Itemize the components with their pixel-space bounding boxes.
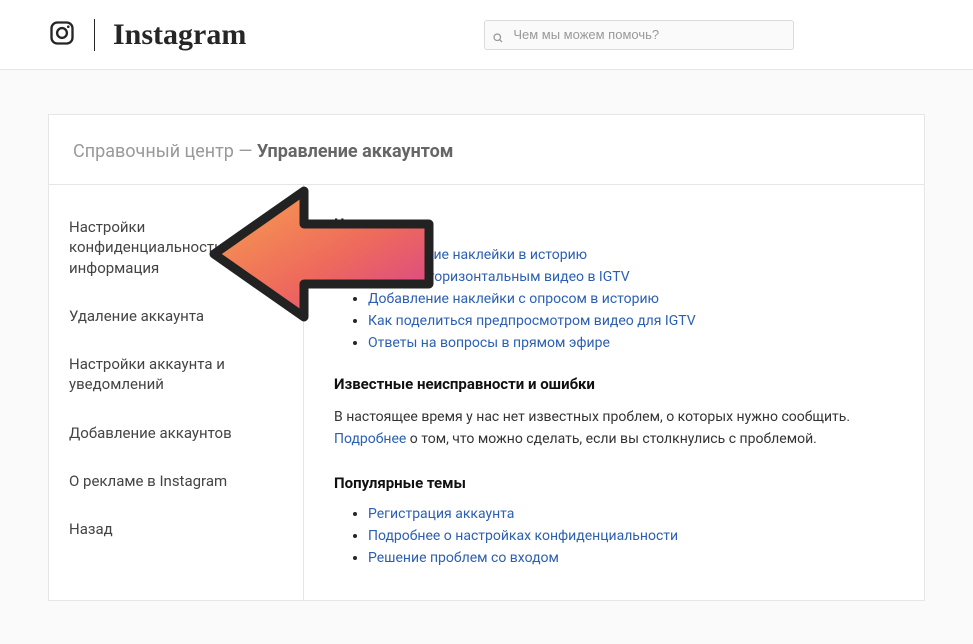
list-item: Решение проблем со входом (368, 550, 894, 566)
help-card: Справочный центр — Управление аккаунтом … (48, 114, 925, 601)
section-popular-topics: Популярные темы Регистрация аккаунта Под… (334, 474, 894, 566)
issues-more-link[interactable]: Подробнее (334, 431, 406, 447)
help-link[interactable]: Как поделиться предпросмотром видео для … (368, 313, 696, 329)
sidebar-item-ads[interactable]: О рекламе в Instagram (49, 457, 303, 505)
issues-text-pre: В настоящее время у нас нет известных пр… (334, 409, 850, 425)
sidebar-item-back[interactable]: Назад (49, 505, 303, 553)
breadcrumb-root[interactable]: Справочный центр (73, 141, 234, 162)
section-title: Известные неисправности и ошибки (334, 375, 894, 393)
help-link[interactable]: Регистрация аккаунта (368, 506, 514, 522)
sidebar-item-label: Добавление аккаунтов (69, 424, 232, 442)
breadcrumb-current: Управление аккаунтом (257, 141, 454, 162)
breadcrumb-sep: — (234, 141, 257, 162)
issues-paragraph: В настоящее время у нас нет известных пр… (334, 407, 894, 450)
sidebar-item-label: О рекламе в Instagram (69, 472, 227, 490)
section-title: Популярные темы (334, 474, 894, 492)
sidebar: Настройки конфиденциальности и информаци… (49, 185, 304, 600)
help-link[interactable]: Добавление наклейки с опросом в историю (368, 291, 659, 307)
help-link[interactable]: Подробнее о настройках конфиденциальност… (368, 528, 678, 544)
section-whats-new: Что нового Добавление наклейки в историю… (334, 215, 894, 351)
list-item: Как поделиться предпросмотром видео для … (368, 313, 894, 329)
search-input[interactable] (484, 20, 794, 50)
list-item: Регистрация аккаунта (368, 506, 894, 522)
sidebar-item-label: Удаление аккаунта (69, 307, 204, 325)
help-link[interactable]: Работа с горизонтальным видео в IGTV (368, 269, 630, 285)
content-area: Что нового Добавление наклейки в историю… (304, 185, 924, 600)
whats-new-list: Добавление наклейки в историю Работа с г… (334, 247, 894, 351)
sidebar-item-label: Настройки аккаунта и уведомлений (69, 355, 225, 393)
help-link[interactable]: Решение проблем со входом (368, 550, 559, 566)
search-wrap (484, 20, 794, 50)
sidebar-item-add-accounts[interactable]: Добавление аккаунтов (49, 409, 303, 457)
sidebar-item-account-notifications[interactable]: Настройки аккаунта и уведомлений (49, 340, 303, 409)
instagram-glyph-icon (48, 19, 76, 51)
top-bar: Instagram (0, 0, 973, 70)
breadcrumb: Справочный центр — Управление аккаунтом (49, 115, 924, 185)
search-icon (492, 29, 504, 41)
sidebar-item-label: Назад (69, 520, 113, 538)
section-title: Что нового (334, 215, 894, 233)
sidebar-item-privacy[interactable]: Настройки конфиденциальности и информаци… (49, 203, 303, 292)
list-item: Ответы на вопросы в прямом эфире (368, 335, 894, 351)
list-item: Работа с горизонтальным видео в IGTV (368, 269, 894, 285)
logo-block[interactable]: Instagram (48, 18, 246, 52)
logo-divider (94, 19, 95, 51)
issues-text-post: о том, что можно сделать, если вы столкн… (406, 431, 817, 447)
list-item: Подробнее о настройках конфиденциальност… (368, 528, 894, 544)
sidebar-item-delete-account[interactable]: Удаление аккаунта (49, 292, 303, 340)
sidebar-item-label: Настройки конфиденциальности и информаци… (69, 218, 235, 277)
popular-list: Регистрация аккаунта Подробнее о настрой… (334, 506, 894, 566)
section-known-issues: Известные неисправности и ошибки В насто… (334, 375, 894, 450)
help-link[interactable]: Ответы на вопросы в прямом эфире (368, 335, 610, 351)
instagram-wordmark: Instagram (113, 18, 246, 52)
list-item: Добавление наклейки в историю (368, 247, 894, 263)
list-item: Добавление наклейки с опросом в историю (368, 291, 894, 307)
help-link[interactable]: Добавление наклейки в историю (368, 247, 587, 263)
